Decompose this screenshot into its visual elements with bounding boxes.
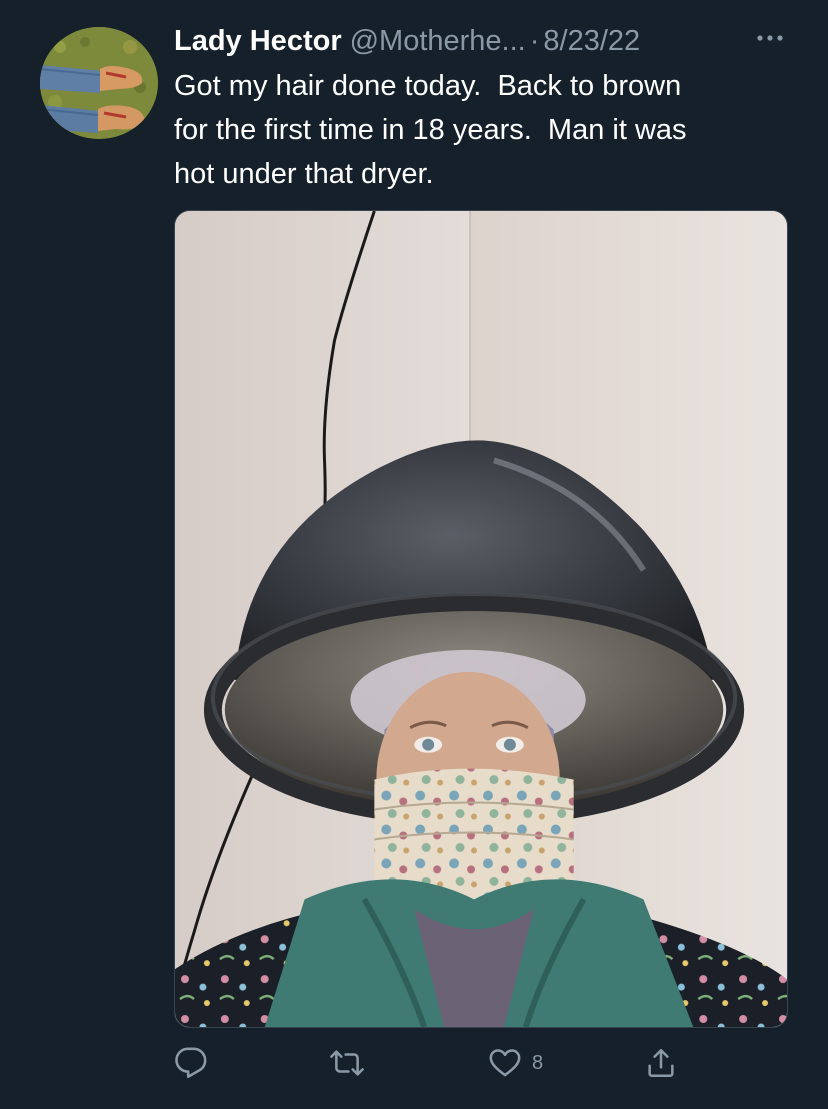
reply-icon [175, 1047, 207, 1079]
display-name[interactable]: Lady Hector [174, 25, 342, 57]
avatar-image [40, 27, 158, 139]
avatar[interactable] [40, 27, 158, 139]
tweet-date[interactable]: 8/23/22 [543, 25, 640, 57]
retweet-icon [330, 1050, 364, 1076]
retweet-button[interactable] [330, 1046, 374, 1080]
tweet-header: Lady Hector @Motherhe... · 8/23/22 [174, 22, 794, 62]
tweet-text: Got my hair done today. Back to brown fo… [174, 70, 687, 190]
share-icon [648, 1048, 674, 1078]
like-button[interactable]: 8 [488, 1046, 543, 1080]
reply-button[interactable] [174, 1046, 218, 1080]
share-button[interactable] [644, 1046, 678, 1080]
separator-dot: · [529, 25, 540, 57]
tweet-actions: 8 [174, 1040, 788, 1090]
photo-image [175, 211, 787, 1027]
user-handle[interactable]: @Motherhe... [350, 25, 526, 57]
like-count: 8 [532, 1051, 544, 1074]
more-options-button[interactable] [752, 20, 788, 56]
tweet-card[interactable]: Lady Hector @Motherhe... · 8/23/22 Got my h… [0, 0, 828, 1109]
heart-icon [489, 1049, 521, 1077]
more-icon [757, 35, 783, 41]
tweet-photo[interactable] [174, 210, 788, 1028]
